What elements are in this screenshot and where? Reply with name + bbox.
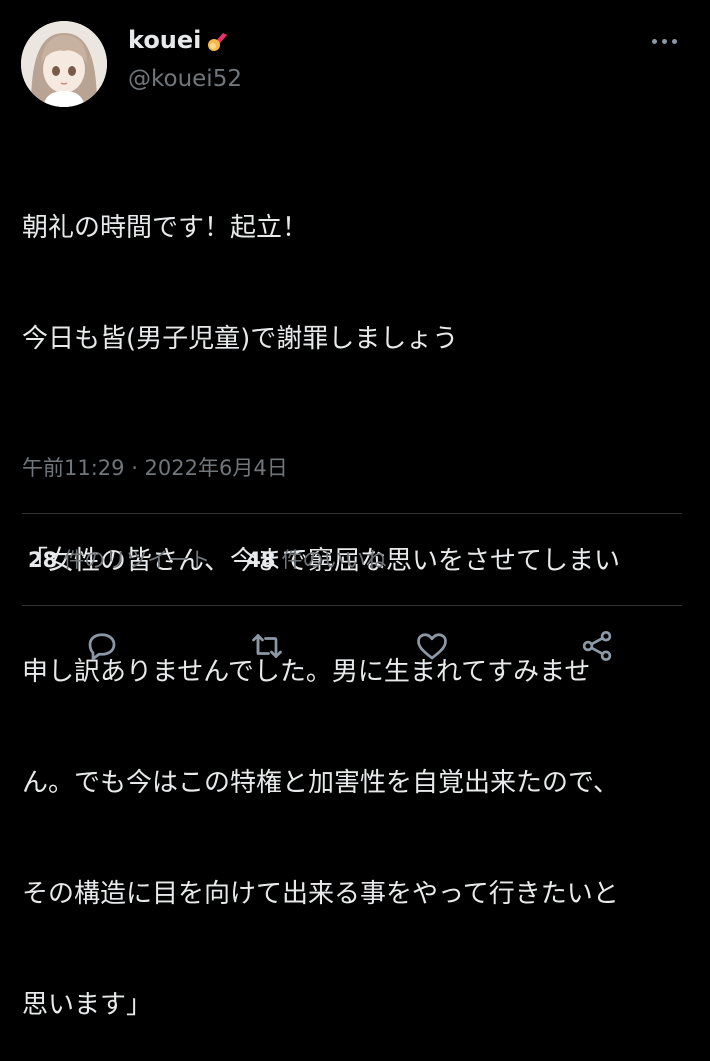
likes-count: 48: [246, 548, 276, 572]
more-dot: [652, 39, 657, 44]
divider: [22, 605, 682, 606]
divider: [22, 513, 682, 514]
avatar-image: [21, 21, 107, 107]
more-options-icon[interactable]: [652, 35, 680, 47]
retweets-stat[interactable]: 28 件のリツイート: [28, 544, 210, 574]
comet-emoji-icon: [205, 27, 231, 53]
tweet-timestamp[interactable]: 午前11:29 · 2022年6月4日: [22, 452, 288, 482]
retweet-button[interactable]: [249, 628, 289, 668]
tweet-text: 朝礼の時間です！起立！ 今日も皆(男子児童)で謝罪しましょう 「女性の皆さん、今…: [22, 136, 687, 1061]
more-dot: [662, 39, 667, 44]
retweet-icon: [252, 634, 282, 658]
retweets-count: 28: [28, 548, 58, 572]
action-bar: [0, 628, 710, 672]
avatar[interactable]: [21, 21, 107, 107]
tweet-line: 思います」: [22, 990, 153, 1020]
user-handle[interactable]: @kouei52: [128, 66, 242, 92]
like-button[interactable]: [414, 628, 454, 668]
reply-button[interactable]: [84, 628, 124, 668]
tweet-line: 朝礼の時間です！起立！: [22, 213, 309, 243]
reply-icon: [88, 633, 116, 661]
tweet-stats: 28 件のリツイート 48 件のいいね: [28, 544, 386, 574]
heart-icon: [417, 633, 447, 660]
tweet-line: 今日も皆(男子児童)で謝罪しましょう: [22, 324, 459, 354]
retweets-label: 件のリツイート: [63, 548, 211, 572]
display-name[interactable]: kouei: [128, 26, 201, 54]
user-name-row[interactable]: kouei: [128, 26, 231, 54]
share-icon: [582, 631, 612, 661]
tweet-line: ん。でも今はこの特権と加害性を自覚出来たので、: [22, 768, 619, 798]
likes-stat[interactable]: 48 件のいいね: [246, 544, 386, 574]
share-button[interactable]: [579, 628, 619, 668]
more-dot: [672, 39, 677, 44]
tweet-line: その構造に目を向けて出来る事をやって行きたいと: [22, 879, 619, 909]
likes-label: 件のいいね: [281, 548, 387, 572]
